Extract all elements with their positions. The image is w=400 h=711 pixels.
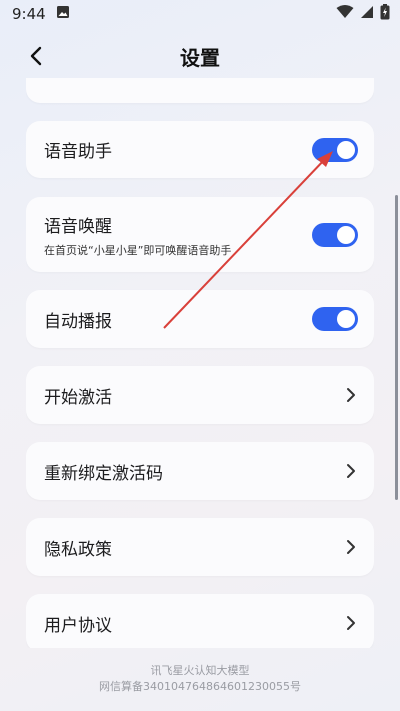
gallery-icon (56, 5, 70, 23)
back-button[interactable] (22, 42, 50, 70)
settings-list[interactable]: 语音助手 语音唤醒 在首页说“小星小星”即可唤醒语音助手 自动播报 开始激活 重… (26, 78, 374, 648)
setting-privacy-policy[interactable]: 隐私政策 (26, 518, 374, 576)
app-header: 设置 (0, 34, 400, 78)
toggle-knob (337, 140, 355, 159)
setting-title: 开始激活 (44, 387, 112, 408)
setting-title: 语音助手 (44, 142, 112, 162)
status-time: 9:44 (12, 5, 46, 23)
footer-model-name: 讯飞星火认知大模型 (150, 664, 250, 677)
setting-title: 用户协议 (44, 615, 112, 636)
setting-voice-assistant[interactable]: 语音助手 (26, 121, 374, 178)
wifi-icon (336, 5, 354, 23)
voice-wakeup-toggle[interactable] (312, 222, 358, 247)
toggle-knob (337, 225, 355, 244)
setting-auto-broadcast[interactable]: 自动播报 (26, 290, 374, 348)
signal-icon (360, 5, 374, 23)
scrollbar[interactable] (395, 195, 398, 500)
status-bar: 9:44 (0, 0, 400, 28)
setting-rebind-code[interactable]: 重新绑定激活码 (26, 442, 374, 500)
voice-assistant-toggle[interactable] (312, 137, 358, 162)
setting-start-activation[interactable]: 开始激活 (26, 366, 374, 424)
footer: 讯飞星火认知大模型 网信算备340104764864601230055号 (0, 663, 400, 695)
toggle-knob (337, 310, 355, 328)
settings-card-partial (26, 78, 374, 103)
setting-title: 自动播报 (44, 311, 112, 332)
setting-title: 重新绑定激活码 (44, 463, 163, 484)
page-title: 设置 (180, 45, 220, 70)
setting-title: 语音唤醒 (44, 216, 112, 237)
setting-title: 隐私政策 (44, 539, 112, 560)
setting-subtitle: 在首页说“小星小星”即可唤醒语音助手 (44, 243, 232, 257)
chevron-right-icon (344, 538, 358, 556)
battery-icon (380, 4, 390, 24)
chevron-right-icon (344, 614, 358, 632)
chevron-right-icon (344, 386, 358, 404)
chevron-left-icon (30, 46, 42, 66)
setting-user-agreement[interactable]: 用户协议 (26, 594, 374, 648)
chevron-right-icon (344, 462, 358, 480)
footer-registration-number: 网信算备340104764864601230055号 (99, 680, 301, 693)
auto-broadcast-toggle[interactable] (312, 307, 358, 331)
setting-voice-wakeup[interactable]: 语音唤醒 在首页说“小星小星”即可唤醒语音助手 (26, 197, 374, 272)
